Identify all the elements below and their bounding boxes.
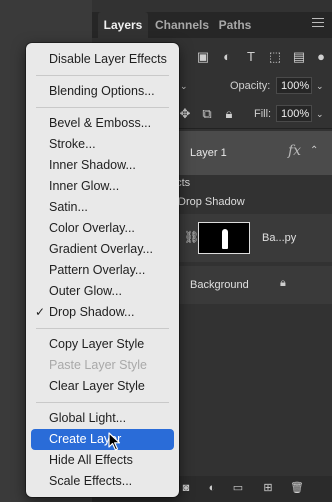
effects-row[interactable]: ects	[170, 175, 332, 191]
drop-shadow-label: Drop Shadow	[178, 196, 245, 208]
shape-filter-icon[interactable]: ⬚	[268, 50, 282, 64]
lock-icon: 🔒︎	[280, 277, 286, 289]
app-window: Layers Channels Paths ▣ ◐ T ⬚ ▤ ● ⌄ Opac…	[0, 0, 332, 502]
layer-mask-thumbnail[interactable]	[198, 222, 250, 254]
lock-position-icon[interactable]: ✥	[178, 107, 192, 121]
menu-separator	[36, 328, 169, 329]
opacity-chevron-icon[interactable]: ⌄	[316, 81, 324, 92]
menu-item-bevel-emboss[interactable]: Bevel & Emboss...	[31, 113, 174, 134]
menu-item-pattern-overlay[interactable]: Pattern Overlay...	[31, 260, 174, 281]
menu-item-create-layer[interactable]: Create Layer	[31, 429, 174, 450]
layer-row-background[interactable]: Background 🔒︎	[170, 266, 332, 304]
menu-item-disable-layer-effects[interactable]: Disable Layer Effects	[31, 49, 174, 70]
menu-item-paste-layer-style: Paste Layer Style	[49, 358, 147, 372]
mouse-cursor-icon	[108, 432, 121, 451]
layer-name: Layer 1	[190, 147, 227, 159]
opacity-label: Opacity:	[230, 80, 271, 92]
type-filter-icon[interactable]: T	[244, 50, 258, 64]
menu-item-satin[interactable]: Satin...	[31, 197, 174, 218]
layer-name: Ba...py	[262, 232, 297, 244]
smart-object-filter-icon[interactable]: ▤	[292, 50, 306, 64]
fill-label: Fill:	[254, 108, 272, 120]
menu-item-clear-layer-style[interactable]: Clear Layer Style	[31, 376, 174, 397]
menu-separator	[36, 402, 169, 403]
menu-separator	[36, 107, 169, 108]
blend-mode-chevron-icon[interactable]: ⌄	[180, 81, 188, 92]
menu-item-global-light[interactable]: Global Light...	[31, 408, 174, 429]
layer-row-background-copy[interactable]: ⛓︎ Ba...py	[170, 214, 332, 262]
panel-tabs: Layers Channels Paths	[92, 12, 332, 38]
opacity-input[interactable]: 100%	[276, 77, 312, 94]
panel-menu-icon[interactable]	[312, 18, 324, 30]
chevron-up-icon[interactable]: ⌃	[310, 145, 318, 156]
link-chain-icon[interactable]: ⛓︎	[184, 230, 199, 244]
menu-item-inner-shadow[interactable]: Inner Shadow...	[31, 155, 174, 176]
fx-icon[interactable]: fx	[288, 143, 301, 159]
new-group-icon[interactable]: ▭	[232, 482, 244, 494]
checkmark-icon: ✓	[35, 305, 46, 319]
layer-style-context-menu: Disable Layer Effects Blending Options..…	[26, 43, 179, 497]
menu-separator	[36, 75, 169, 76]
lock-all-icon[interactable]: 🔒︎	[222, 107, 236, 121]
menu-item-hide-all-effects[interactable]: Hide All Effects	[31, 450, 174, 471]
menu-item-drop-shadow[interactable]: ✓ Drop Shadow...	[31, 302, 174, 323]
menu-item-scale-effects[interactable]: Scale Effects...	[31, 471, 174, 492]
adjustment-filter-icon[interactable]: ◐	[220, 50, 234, 64]
menu-item-color-overlay[interactable]: Color Overlay...	[31, 218, 174, 239]
add-mask-icon[interactable]: ◙	[180, 482, 192, 494]
tab-paths[interactable]: Paths	[214, 12, 256, 38]
tab-channels[interactable]: Channels	[150, 12, 214, 38]
trash-icon[interactable]: 🗑︎	[290, 482, 304, 494]
new-layer-icon[interactable]: ⊞	[262, 482, 274, 494]
menu-item-inner-glow[interactable]: Inner Glow...	[31, 176, 174, 197]
menu-item-label: Drop Shadow...	[49, 305, 135, 319]
lock-artboard-icon[interactable]: ⧉	[200, 107, 214, 121]
fill-chevron-icon[interactable]: ⌄	[316, 109, 324, 120]
filter-toggle-icon[interactable]: ●	[314, 50, 328, 64]
effect-drop-shadow-row[interactable]: Drop Shadow	[170, 193, 332, 211]
menu-item-outer-glow[interactable]: Outer Glow...	[31, 281, 174, 302]
menu-item-stroke[interactable]: Stroke...	[31, 134, 174, 155]
menu-item-copy-layer-style[interactable]: Copy Layer Style	[31, 334, 174, 355]
layer-row-layer1[interactable]: Layer 1 fx ⌃	[170, 131, 332, 175]
image-filter-icon[interactable]: ▣	[196, 50, 210, 64]
tab-layers[interactable]: Layers	[98, 12, 148, 38]
fill-input[interactable]: 100%	[276, 105, 312, 122]
menu-item-blending-options[interactable]: Blending Options...	[31, 81, 174, 102]
menu-item-gradient-overlay[interactable]: Gradient Overlay...	[31, 239, 174, 260]
layer-name: Background	[190, 279, 249, 291]
adjustment-layer-icon[interactable]: ◐	[206, 482, 218, 494]
